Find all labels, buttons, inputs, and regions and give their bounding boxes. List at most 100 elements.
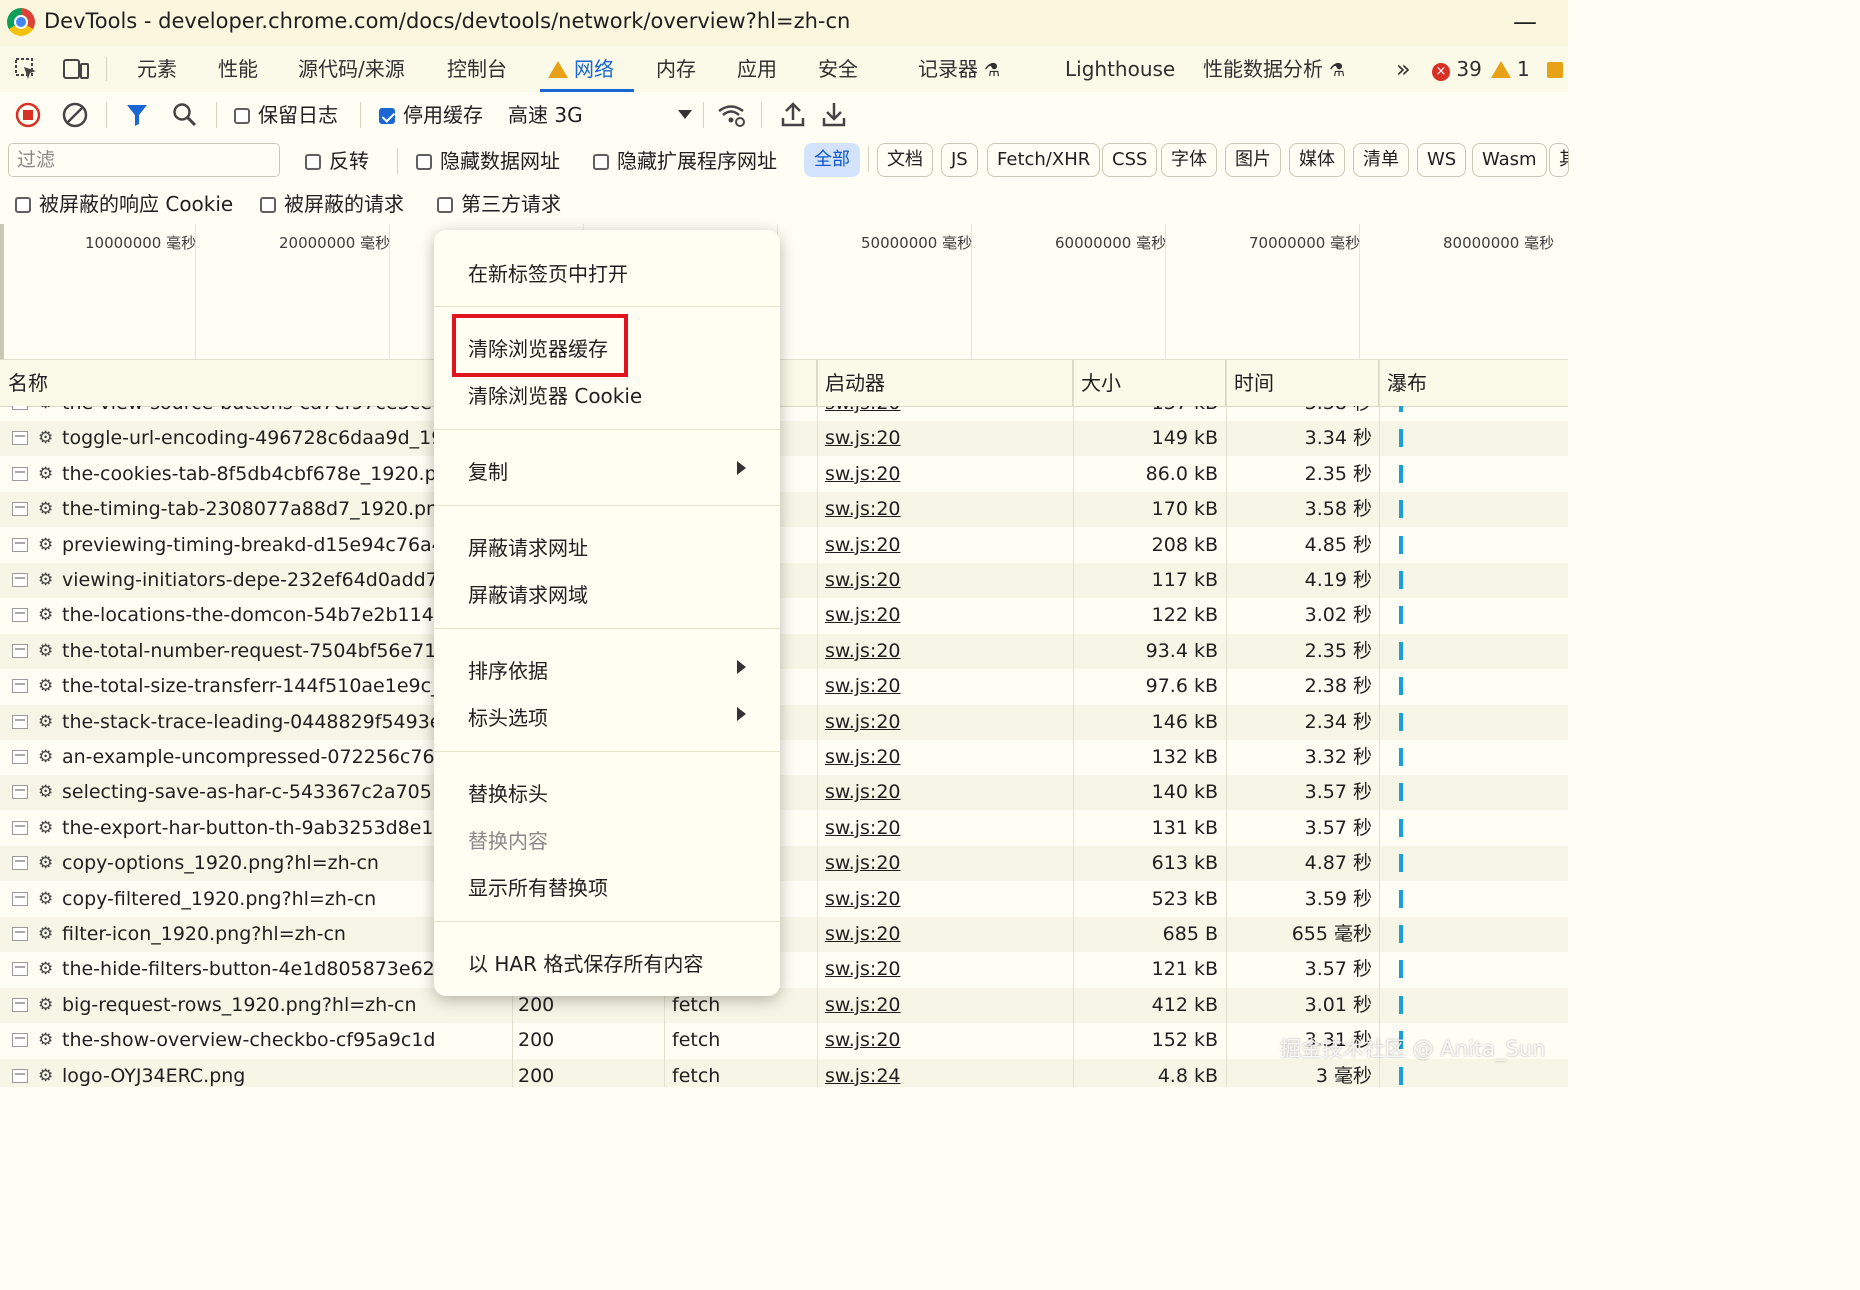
tab-memory[interactable]: 内存 xyxy=(656,46,696,92)
table-row[interactable]: ⚙ the-cookies-tab-8f5db4cbf678e_1920.png s… xyxy=(0,457,1568,492)
filter-chip-all[interactable]: 全部 xyxy=(804,143,860,177)
disable-cache-checkbox[interactable]: 停用缓存 xyxy=(379,100,483,130)
request-initiator-link[interactable]: sw.js:20 xyxy=(825,846,1065,881)
third-party-checkbox[interactable]: 第三方请求 xyxy=(437,189,561,219)
inspect-element-icon[interactable] xyxy=(14,57,40,81)
request-name[interactable]: copy-filtered_1920.png?hl=zh-cn xyxy=(62,882,434,917)
menu-item-copy[interactable]: 复制 xyxy=(468,456,508,485)
export-har-icon[interactable] xyxy=(821,100,847,128)
request-name[interactable]: toggle-url-encoding-496728c6daa9d_192 xyxy=(62,421,434,456)
filter-input[interactable] xyxy=(8,143,280,177)
checkbox-icon[interactable] xyxy=(437,197,453,213)
request-name[interactable]: the-timing-tab-2308077a88d7_1920.png? xyxy=(62,492,434,527)
table-row[interactable]: ⚙ toggle-url-encoding-496728c6daa9d_192 sw… xyxy=(0,421,1568,457)
menu-item-block-request-url[interactable]: 屏蔽请求网址 xyxy=(468,532,588,561)
table-row[interactable]: ⚙ the-timing-tab-2308077a88d7_1920.png? sw… xyxy=(0,492,1568,528)
checkbox-icon[interactable] xyxy=(234,108,250,124)
table-row[interactable]: ⚙ viewing-initiators-depe-232ef64d0add7_1… xyxy=(0,563,1568,598)
checkbox-icon[interactable] xyxy=(305,154,321,170)
search-icon[interactable] xyxy=(172,102,198,128)
menu-item-override-headers[interactable]: 替换标头 xyxy=(468,778,548,807)
request-name[interactable]: big-request-rows_1920.png?hl=zh-cn xyxy=(62,988,434,1023)
request-initiator-link[interactable]: sw.js:20 xyxy=(825,1023,1065,1058)
import-har-icon[interactable] xyxy=(780,100,806,128)
request-name[interactable]: the-total-size-transferr-144f510ae1e9c_1… xyxy=(62,669,434,704)
request-name[interactable]: the-show-overview-checkbo-cf95a9c1d5169_… xyxy=(62,1023,434,1058)
dropdown-arrow-icon[interactable] xyxy=(678,110,692,119)
checkbox-icon[interactable] xyxy=(260,197,276,213)
request-initiator-link[interactable]: sw.js:20 xyxy=(825,882,1065,917)
blocked-cookies-checkbox[interactable]: 被屏蔽的响应 Cookie xyxy=(15,189,233,219)
device-toolbar-icon[interactable] xyxy=(62,57,90,81)
request-initiator-link[interactable]: sw.js:20 xyxy=(825,598,1065,633)
invert-checkbox[interactable]: 反转 xyxy=(305,146,369,176)
request-initiator-link[interactable]: sw.js:20 xyxy=(825,528,1065,563)
tab-performance-insights[interactable]: 性能数据分析 ⚗ xyxy=(1203,46,1345,92)
issues-icon[interactable] xyxy=(1547,62,1563,78)
request-name[interactable]: the-view-source-buttons-cd7cf97ce5ce4_ xyxy=(62,406,434,421)
request-name[interactable]: previewing-timing-breakd-d15e94c76a4f4 xyxy=(62,528,434,563)
table-row[interactable]: ⚙ the-locations-the-domcon-54b7e2b11448 sw… xyxy=(0,598,1568,633)
column-header-initiator[interactable]: 启动器 xyxy=(817,360,1073,406)
request-initiator-link[interactable]: sw.js:20 xyxy=(825,457,1065,492)
table-row[interactable]: ⚙ big-request-rows_1920.png?hl=zh-cn 200 fe… xyxy=(0,987,1568,1023)
tab-network[interactable]: 网络 xyxy=(540,46,634,92)
filter-icon[interactable] xyxy=(125,102,149,128)
table-row[interactable]: ⚙ the-export-har-button-th-9ab3253d8e19a s… xyxy=(0,811,1568,846)
tab-recorder[interactable]: 记录器 ⚗ xyxy=(918,46,1000,92)
tab-console[interactable]: 控制台 xyxy=(447,46,507,92)
request-name[interactable]: the-total-number-request-7504bf56e7136 xyxy=(62,634,434,669)
tab-lighthouse[interactable]: Lighthouse xyxy=(1065,46,1175,92)
filter-chip-wasm[interactable]: Wasm xyxy=(1472,143,1547,177)
filter-chip-media[interactable]: 媒体 xyxy=(1289,143,1345,177)
table-row[interactable]: ⚙ the-total-size-transferr-144f510ae1e9c_… xyxy=(0,669,1568,704)
table-row[interactable]: ⚙ copy-filtered_1920.png?hl=zh-cn sw.js:20… xyxy=(0,882,1568,917)
column-header-waterfall[interactable]: 瀑布 xyxy=(1379,360,1568,406)
clear-icon[interactable] xyxy=(62,102,88,128)
checkbox-checked-icon[interactable] xyxy=(379,108,395,124)
filter-chip-js[interactable]: JS xyxy=(941,143,978,177)
filter-chip-ws[interactable]: WS xyxy=(1417,143,1467,177)
menu-item-block-request-domain[interactable]: 屏蔽请求网域 xyxy=(468,579,588,608)
minimize-button[interactable]: — xyxy=(1512,10,1538,34)
tab-security[interactable]: 安全 xyxy=(818,46,858,92)
table-row[interactable]: ⚙ an-example-uncompressed-072256c762al sw.… xyxy=(0,740,1568,775)
filter-chip-css[interactable]: CSS xyxy=(1102,143,1158,177)
request-name[interactable]: viewing-initiators-depe-232ef64d0add7_1 xyxy=(62,563,434,598)
overview-timeline[interactable]: 10000000 毫秒 20000000 毫秒 50000000 毫秒 6000… xyxy=(0,224,1568,360)
request-name[interactable]: the-export-har-button-th-9ab3253d8e19a xyxy=(62,811,434,846)
more-tabs-button[interactable]: » xyxy=(1396,46,1411,92)
request-name[interactable]: the-stack-trace-leading-0448829f5493e_1 xyxy=(62,705,434,740)
request-name[interactable]: the-locations-the-domcon-54b7e2b11448 xyxy=(62,598,434,633)
filter-chip-img[interactable]: 图片 xyxy=(1225,143,1281,177)
menu-item-show-all-overrides[interactable]: 显示所有替换项 xyxy=(468,872,608,901)
checkbox-icon[interactable] xyxy=(593,154,609,170)
request-initiator-link[interactable]: sw.js:20 xyxy=(825,952,1065,987)
request-initiator-link[interactable]: sw.js:20 xyxy=(825,406,1065,421)
tab-application[interactable]: 应用 xyxy=(737,46,777,92)
column-header-time[interactable]: 时间 xyxy=(1226,360,1379,406)
request-initiator-link[interactable]: sw.js:20 xyxy=(825,705,1065,740)
blocked-requests-checkbox[interactable]: 被屏蔽的请求 xyxy=(260,189,404,219)
preserve-log-checkbox[interactable]: 保留日志 xyxy=(234,100,338,130)
tab-sources[interactable]: 源代码/来源 xyxy=(298,46,405,92)
table-row[interactable]: ⚙ filter-icon_1920.png?hl=zh-cn sw.js:20 68… xyxy=(0,917,1568,952)
filter-chip-manifest[interactable]: 清单 xyxy=(1353,143,1409,177)
throttling-select[interactable]: 高速 3G xyxy=(508,100,583,130)
menu-item-clear-browser-cookies[interactable]: 清除浏览器 Cookie xyxy=(468,380,642,409)
menu-item-save-all-as-har[interactable]: 以 HAR 格式保存所有内容 xyxy=(468,948,703,977)
request-name[interactable]: the-hide-filters-button-4e1d805873e62_1 xyxy=(62,952,434,987)
request-initiator-link[interactable]: sw.js:20 xyxy=(825,988,1065,1023)
record-stop-button[interactable] xyxy=(15,102,41,128)
table-row[interactable]: ⚙ the-stack-trace-leading-0448829f5493e_1… xyxy=(0,704,1568,740)
request-name[interactable]: selecting-save-as-har-c-543367c2a7051_1 xyxy=(62,775,434,810)
request-initiator-link[interactable]: sw.js:20 xyxy=(825,917,1065,952)
warning-counter[interactable]: 1 xyxy=(1491,46,1530,92)
table-row[interactable]: ⚙ selecting-save-as-har-c-543367c2a7051_1… xyxy=(0,775,1568,811)
table-row[interactable]: ⚙ the-hide-filters-button-4e1d805873e62_1… xyxy=(0,952,1568,987)
overview-handle[interactable] xyxy=(0,224,4,359)
request-initiator-link[interactable]: sw.js:20 xyxy=(825,563,1065,598)
error-counter[interactable]: × 39 xyxy=(1432,46,1482,92)
filter-chip-fetch-xhr[interactable]: Fetch/XHR xyxy=(987,143,1101,177)
menu-item-open-new-tab[interactable]: 在新标签页中打开 xyxy=(468,258,628,287)
